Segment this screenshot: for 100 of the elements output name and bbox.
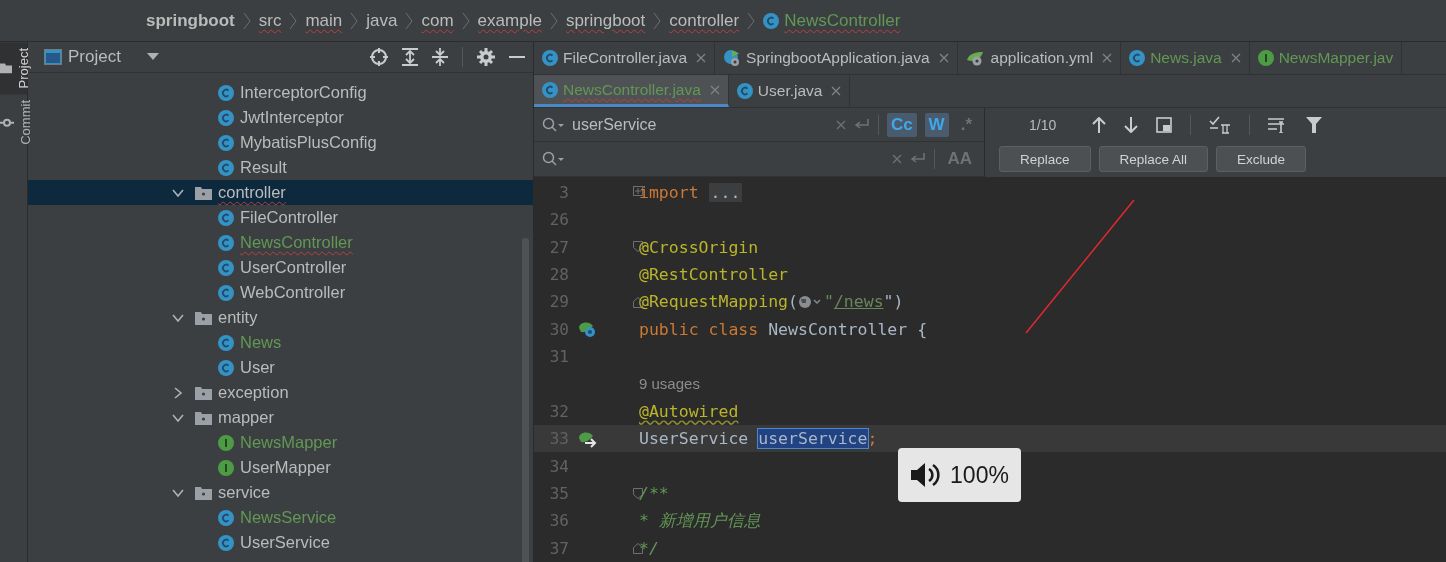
code-text: ... (708, 182, 743, 202)
tree-item[interactable]: UserService (240, 533, 330, 552)
tree-item[interactable]: MybatisPlusConfig (240, 133, 377, 152)
chevron-right-icon (747, 11, 756, 30)
chevron-right-icon (289, 11, 298, 30)
line-number: 28 (548, 264, 569, 284)
class-icon (736, 83, 753, 99)
tree-item[interactable]: News (240, 333, 282, 352)
package-folder-icon (195, 410, 212, 425)
spring-leaf-icon (723, 49, 742, 67)
volume-level: 100% (950, 461, 1009, 489)
tree-item[interactable]: entity (218, 308, 258, 327)
bean-arrow-icon[interactable] (577, 429, 597, 448)
breadcrumb-item[interactable]: src (258, 10, 282, 31)
line-number: 26 (548, 210, 569, 230)
tree-item[interactable]: Result (240, 158, 287, 177)
interface-icon (1257, 50, 1274, 66)
breadcrumb-item[interactable]: springboot (565, 10, 646, 31)
line-number: 31 (548, 347, 569, 367)
line-number: 36 (548, 511, 569, 531)
code-text: * 新增用户信息 (639, 509, 761, 532)
breadcrumb-item[interactable]: springboot (146, 10, 235, 31)
tree-item[interactable]: FileController (240, 208, 339, 227)
tree-item[interactable]: NewsService (240, 508, 337, 527)
editor-tab[interactable]: SpringbootApplication.java (715, 42, 958, 74)
tree-item[interactable]: InterceptorConfig (240, 83, 367, 102)
breadcrumb-item[interactable]: controller (669, 10, 740, 31)
minimize-icon[interactable] (509, 55, 525, 59)
line-number: 34 (548, 456, 569, 476)
breadcrumb-item[interactable]: main (305, 10, 343, 31)
arrow-up-icon[interactable] (1092, 117, 1107, 134)
editor-tab[interactable]: application.yml (957, 42, 1122, 74)
search-match: userService (758, 429, 868, 449)
close-icon[interactable] (696, 53, 707, 63)
package-folder-icon (195, 310, 212, 325)
tree-item[interactable]: UserController (240, 258, 347, 277)
select-all-icon[interactable] (1156, 117, 1173, 134)
tree-item[interactable]: mapper (218, 408, 274, 427)
expand-all-icon[interactable] (402, 48, 418, 66)
editor-tab[interactable]: FileController.java (534, 42, 716, 74)
package-folder-icon (195, 485, 212, 500)
interface-icon (218, 434, 234, 451)
editor-tab[interactable]: News.java (1121, 42, 1250, 74)
replace-button[interactable]: Replace (999, 146, 1091, 173)
line-number: 30 (548, 319, 569, 339)
class-icon (218, 334, 234, 351)
breadcrumb-item[interactable]: com (421, 10, 454, 31)
breadcrumb-item[interactable]: java (366, 10, 398, 31)
close-icon[interactable] (938, 53, 949, 63)
folder-icon (0, 62, 12, 74)
tree-item[interactable]: NewsController (240, 233, 353, 252)
interface-icon (218, 459, 234, 476)
close-icon[interactable] (831, 86, 842, 96)
replace-button[interactable]: Exclude (1216, 146, 1307, 173)
speaker-icon (910, 461, 941, 489)
class-icon (218, 134, 234, 151)
close-icon[interactable] (1102, 53, 1113, 63)
arrow-down-icon[interactable] (1124, 117, 1139, 134)
chevron-right-icon (350, 11, 359, 30)
code-text: @RequestMapping (639, 292, 788, 312)
settings-icon[interactable] (477, 48, 495, 66)
locate-icon[interactable] (370, 48, 388, 66)
window-icon (44, 49, 62, 65)
tree-item[interactable]: User (240, 358, 275, 377)
line-number: 32 (548, 401, 569, 421)
tree-item[interactable]: exception (218, 383, 289, 402)
filter-icon[interactable] (1306, 117, 1323, 134)
class-icon (218, 509, 234, 526)
code-text: import (639, 182, 699, 202)
class-icon (1129, 50, 1146, 66)
tree-item[interactable]: JwtInterceptor (240, 108, 344, 127)
bean-icon[interactable] (577, 320, 597, 339)
leaf-gear-icon (965, 50, 986, 66)
class-icon (763, 12, 780, 29)
checklist-icon[interactable] (1209, 116, 1232, 135)
breadcrumb-item[interactable]: NewsController (784, 10, 901, 31)
line-number: 29 (548, 292, 569, 312)
breadcrumb-item[interactable]: example (477, 10, 542, 31)
code-text: public class (639, 319, 760, 339)
chevron-right-icon (549, 11, 558, 30)
close-icon[interactable] (1230, 53, 1241, 63)
tree-item[interactable]: UserMapper (240, 458, 331, 477)
line-number: 3 (558, 182, 569, 202)
code-link[interactable]: /news (833, 292, 884, 312)
view-selector[interactable]: Project (44, 47, 159, 67)
commit-icon (0, 117, 14, 128)
tree-item[interactable]: controller (218, 183, 286, 202)
tree-item[interactable]: NewsMapper (240, 433, 338, 452)
tree-item[interactable]: service (218, 483, 271, 502)
replace-button[interactable]: Replace All (1098, 146, 1209, 173)
code-text: " (823, 292, 834, 312)
match-count: 1/10 (1029, 117, 1057, 134)
editor-tab[interactable]: User.java (728, 75, 851, 107)
collapse-all-icon[interactable] (432, 48, 448, 66)
usages-hint[interactable]: 9 usages (639, 375, 700, 393)
class-icon (218, 534, 234, 551)
search-icon (542, 116, 564, 133)
tree-item[interactable]: WebController (240, 283, 346, 302)
code-text: @Autowired (639, 401, 739, 421)
editor-tab[interactable]: NewsMapper.jav (1249, 42, 1403, 74)
